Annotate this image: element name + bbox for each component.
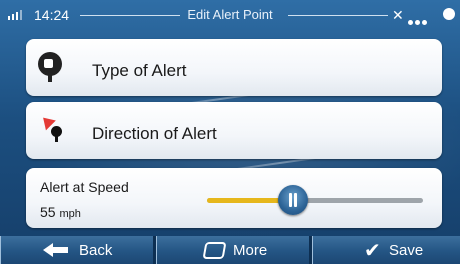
speed-value: 55 [40,204,56,220]
menu-dots-icon [408,12,429,30]
save-button[interactable]: ✔ Save [312,236,460,264]
title-divider-right [288,15,388,16]
speed-slider-handle[interactable] [278,185,308,215]
type-of-alert-button[interactable]: Type of Alert [26,39,442,96]
type-of-alert-label: Type of Alert [92,61,187,80]
more-button[interactable]: More [156,236,310,264]
arrow-left-icon [43,243,73,257]
satellite-icon: ✕ [392,7,404,23]
save-label: Save [389,242,424,259]
speed-slider-track[interactable] [207,198,423,203]
direction-of-alert-button[interactable]: Direction of Alert [26,102,442,159]
speed-camera-icon [38,52,62,82]
gps-status-icon [443,8,455,20]
bottom-bar: Back More ✔ Save [0,236,460,264]
more-label: More [233,242,268,259]
alert-at-speed-row: Alert at Speed 55 mph [26,168,442,228]
checkmark-icon: ✔ [364,240,381,262]
more-icon [202,242,227,259]
direction-of-alert-label: Direction of Alert [92,124,217,143]
back-button[interactable]: Back [0,236,154,264]
direction-pin-icon [38,112,70,146]
status-bar: 14:24 Edit Alert Point ✕ [0,0,460,30]
alert-at-speed-label: Alert at Speed [40,179,129,195]
speed-value-readout: 55 mph [40,204,81,220]
screen-background: 14:24 Edit Alert Point ✕ Type of Alert D… [0,0,460,264]
back-label: Back [79,242,113,259]
page-title: Edit Alert Point [187,7,273,22]
speed-unit: mph [59,208,81,220]
